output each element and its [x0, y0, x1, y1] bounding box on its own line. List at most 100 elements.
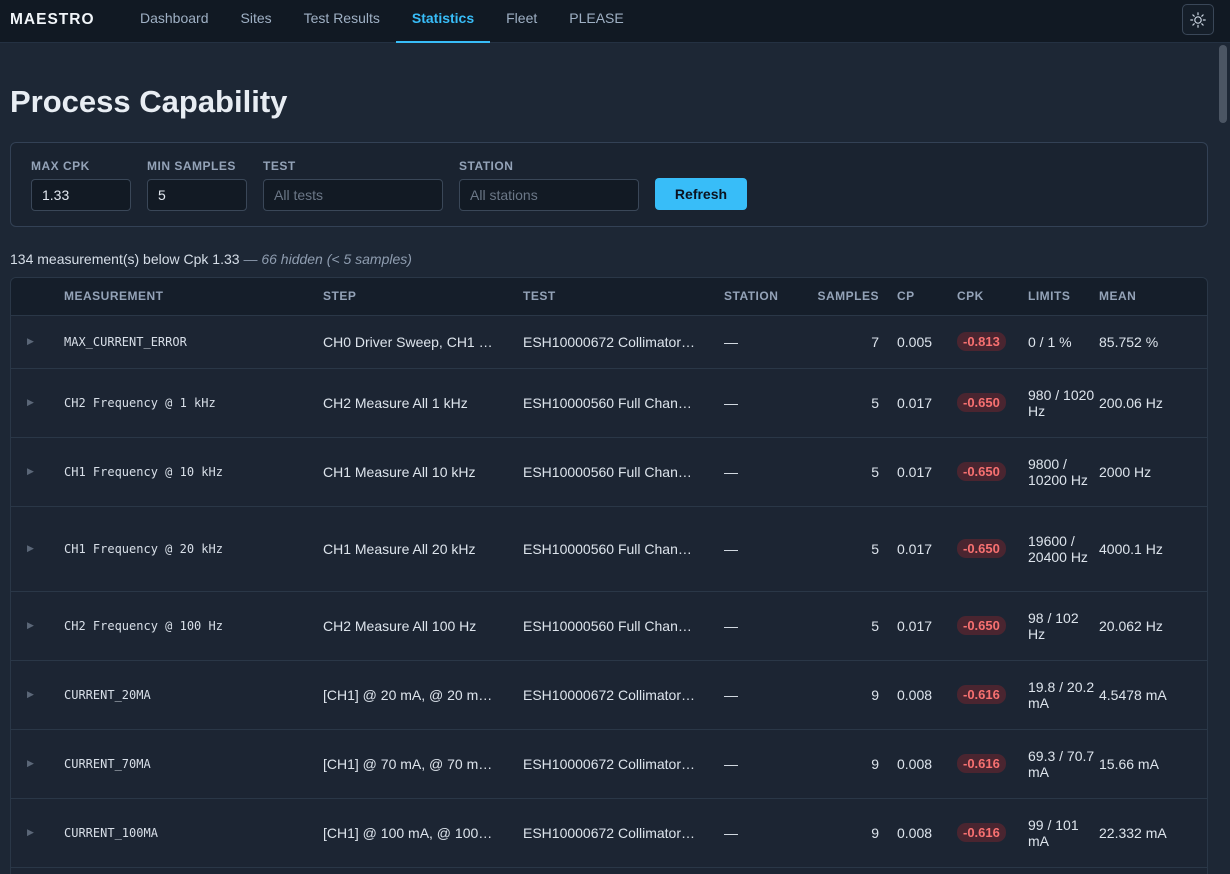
- step-cell: [CH1] @ 20 mA, @ 20 m…: [323, 660, 523, 730]
- capability-table-container: MEASUREMENT STEP TEST STATION SAMPLES CP…: [10, 277, 1208, 874]
- mean-cell: 22.332 mA: [1099, 798, 1207, 868]
- table-row[interactable]: ▶ CURRENT_20MA [CH1] @ 20 mA, @ 20 m… ESH10…: [11, 660, 1207, 730]
- results-summary: 134 measurement(s) below Cpk 1.33 — 66 h…: [10, 251, 412, 267]
- cpk-badge: -0.616: [957, 754, 1006, 773]
- page-scrollbar-thumb[interactable]: [1219, 45, 1227, 123]
- measurement-cell: CH1 Frequency @ 10 kHz: [64, 437, 323, 507]
- station-input[interactable]: [459, 179, 639, 211]
- mean-cell: 15.66 mA: [1099, 729, 1207, 799]
- samples-cell: 7: [796, 315, 879, 369]
- top-nav-bar: MAESTRO Dashboard Sites Test Results Sta…: [0, 0, 1230, 43]
- expand-row-icon[interactable]: ▶: [11, 729, 64, 799]
- max-cpk-field: MAX CPK: [31, 159, 131, 211]
- cpk-badge: -0.650: [957, 616, 1006, 635]
- cpk-cell: -0.650: [957, 368, 1028, 438]
- measurement-cell: MAX_CURRENT_ERROR: [64, 315, 323, 369]
- limits-cell: 69.3 / 70.7 mA: [1028, 729, 1099, 799]
- step-cell: CH2 Measure All 1 kHz: [323, 368, 523, 438]
- cpk-badge: -0.616: [957, 823, 1006, 842]
- test-cell: ESH10000672 Collimator…: [523, 729, 724, 799]
- max-cpk-label: MAX CPK: [31, 159, 90, 173]
- col-measurement[interactable]: MEASUREMENT: [64, 278, 323, 316]
- table-row[interactable]: ▶ CH1 Frequency @ 20 kHz CH1 Measure All 2…: [11, 506, 1207, 592]
- nav-test-results[interactable]: Test Results: [288, 0, 396, 43]
- test-label: TEST: [263, 159, 296, 173]
- mean-cell: 4000.1 Hz: [1099, 506, 1207, 592]
- app-logo[interactable]: MAESTRO: [10, 11, 95, 29]
- cp-cell: 0.008: [879, 729, 957, 799]
- mean-cell: 85.752 %: [1099, 315, 1207, 369]
- page-title: Process Capability: [10, 84, 288, 119]
- expand-row-icon[interactable]: ▶: [11, 798, 64, 868]
- mean-cell: 20.062 Hz: [1099, 591, 1207, 661]
- measurement-cell: CH2 Frequency @ 100 Hz: [64, 591, 323, 661]
- expand-row-icon[interactable]: ▶: [11, 660, 64, 730]
- step-cell: CH1 Measure All 10 kHz: [323, 437, 523, 507]
- theme-toggle-button[interactable]: [1182, 4, 1214, 35]
- col-cp[interactable]: CP: [879, 278, 957, 316]
- summary-hidden-count: 66 hidden (< 5 samples): [261, 251, 412, 267]
- nav-sites[interactable]: Sites: [225, 0, 288, 43]
- samples-cell: 9: [796, 660, 879, 730]
- station-cell: —: [724, 729, 796, 799]
- table-row[interactable]: ▶ CH2 Frequency @ 100 Hz CH2 Measure All 1…: [11, 591, 1207, 661]
- samples-cell: 5: [796, 437, 879, 507]
- expand-row-icon[interactable]: ▶: [11, 437, 64, 507]
- station-field: STATION: [459, 159, 639, 211]
- step-cell: [CH1] @ 70 mA, @ 70 m…: [323, 729, 523, 799]
- cpk-badge: -0.650: [957, 462, 1006, 481]
- test-cell: ESH10000560 Full Chan…: [523, 437, 724, 507]
- min-samples-input[interactable]: [147, 179, 247, 211]
- test-cell: ESH10000672 Collimator…: [523, 315, 724, 369]
- col-step[interactable]: STEP: [323, 278, 523, 316]
- table-row[interactable]: ▶ CURRENT_100MA [CH1] @ 100 mA, @ 100… ESH1…: [11, 798, 1207, 868]
- table-row[interactable]: ▶ MAX_CURRENT_ERROR CH0 Driver Sweep, CH1 …: [11, 315, 1207, 369]
- col-station[interactable]: STATION: [724, 278, 796, 316]
- main-nav: Dashboard Sites Test Results Statistics …: [124, 0, 640, 43]
- test-cell: ESH10000560 Full Chan…: [523, 591, 724, 661]
- page-scrollbar[interactable]: [1216, 43, 1230, 874]
- col-limits[interactable]: LIMITS: [1028, 278, 1099, 316]
- station-cell: —: [724, 368, 796, 438]
- cpk-cell: -0.616: [957, 660, 1028, 730]
- min-samples-field: MIN SAMPLES: [147, 159, 247, 211]
- nav-dashboard[interactable]: Dashboard: [124, 0, 225, 43]
- col-expand: [11, 278, 64, 316]
- col-test[interactable]: TEST: [523, 278, 724, 316]
- station-cell: —: [724, 798, 796, 868]
- mean-cell: 200.06 Hz: [1099, 368, 1207, 438]
- expand-row-icon[interactable]: ▶: [11, 368, 64, 438]
- table-row[interactable]: ▶ CURRENT_70MA [CH1] @ 70 mA, @ 70 m… ESH10…: [11, 729, 1207, 799]
- col-cpk[interactable]: CPK: [957, 278, 1028, 316]
- mean-cell: 4.5478 mA: [1099, 660, 1207, 730]
- test-cell: ESH10000560 Full Chan…: [523, 368, 724, 438]
- limits-cell: 980 / 1020 Hz: [1028, 368, 1099, 438]
- col-mean[interactable]: MEAN: [1099, 278, 1207, 316]
- mean-cell: 2000 Hz: [1099, 437, 1207, 507]
- measurement-cell: CH1 Frequency @ 20 kHz: [64, 506, 323, 592]
- sun-icon: [1190, 11, 1206, 28]
- expand-row-icon[interactable]: ▶: [11, 506, 64, 592]
- max-cpk-input[interactable]: [31, 179, 131, 211]
- expand-row-icon[interactable]: ▶: [11, 591, 64, 661]
- summary-count: 134 measurement(s) below Cpk 1.33: [10, 251, 240, 267]
- refresh-button[interactable]: Refresh: [655, 178, 747, 210]
- samples-cell: 5: [796, 591, 879, 661]
- nav-fleet[interactable]: Fleet: [490, 0, 553, 43]
- station-cell: —: [724, 506, 796, 592]
- test-input[interactable]: [263, 179, 443, 211]
- measurement-cell: CH2 Frequency @ 1 kHz: [64, 368, 323, 438]
- limits-cell: 99 / 101 mA: [1028, 798, 1099, 868]
- table-row[interactable]: ▶ CH2 Frequency @ 1 kHz CH2 Measure All 1 …: [11, 368, 1207, 438]
- nav-statistics[interactable]: Statistics: [395, 0, 491, 43]
- nav-please[interactable]: PLEASE: [553, 0, 639, 43]
- col-samples[interactable]: SAMPLES: [796, 278, 879, 316]
- station-cell: —: [724, 437, 796, 507]
- expand-row-icon[interactable]: ▶: [11, 315, 64, 369]
- table-row[interactable]: ▶ CH1 Frequency @ 10 kHz CH1 Measure All 1…: [11, 437, 1207, 507]
- cp-cell: 0.017: [879, 591, 957, 661]
- summary-separator: —: [239, 251, 262, 267]
- limits-cell: 9800 / 10200 Hz: [1028, 437, 1099, 507]
- cpk-badge: -0.616: [957, 685, 1006, 704]
- step-cell: CH1 Measure All 20 kHz: [323, 506, 523, 592]
